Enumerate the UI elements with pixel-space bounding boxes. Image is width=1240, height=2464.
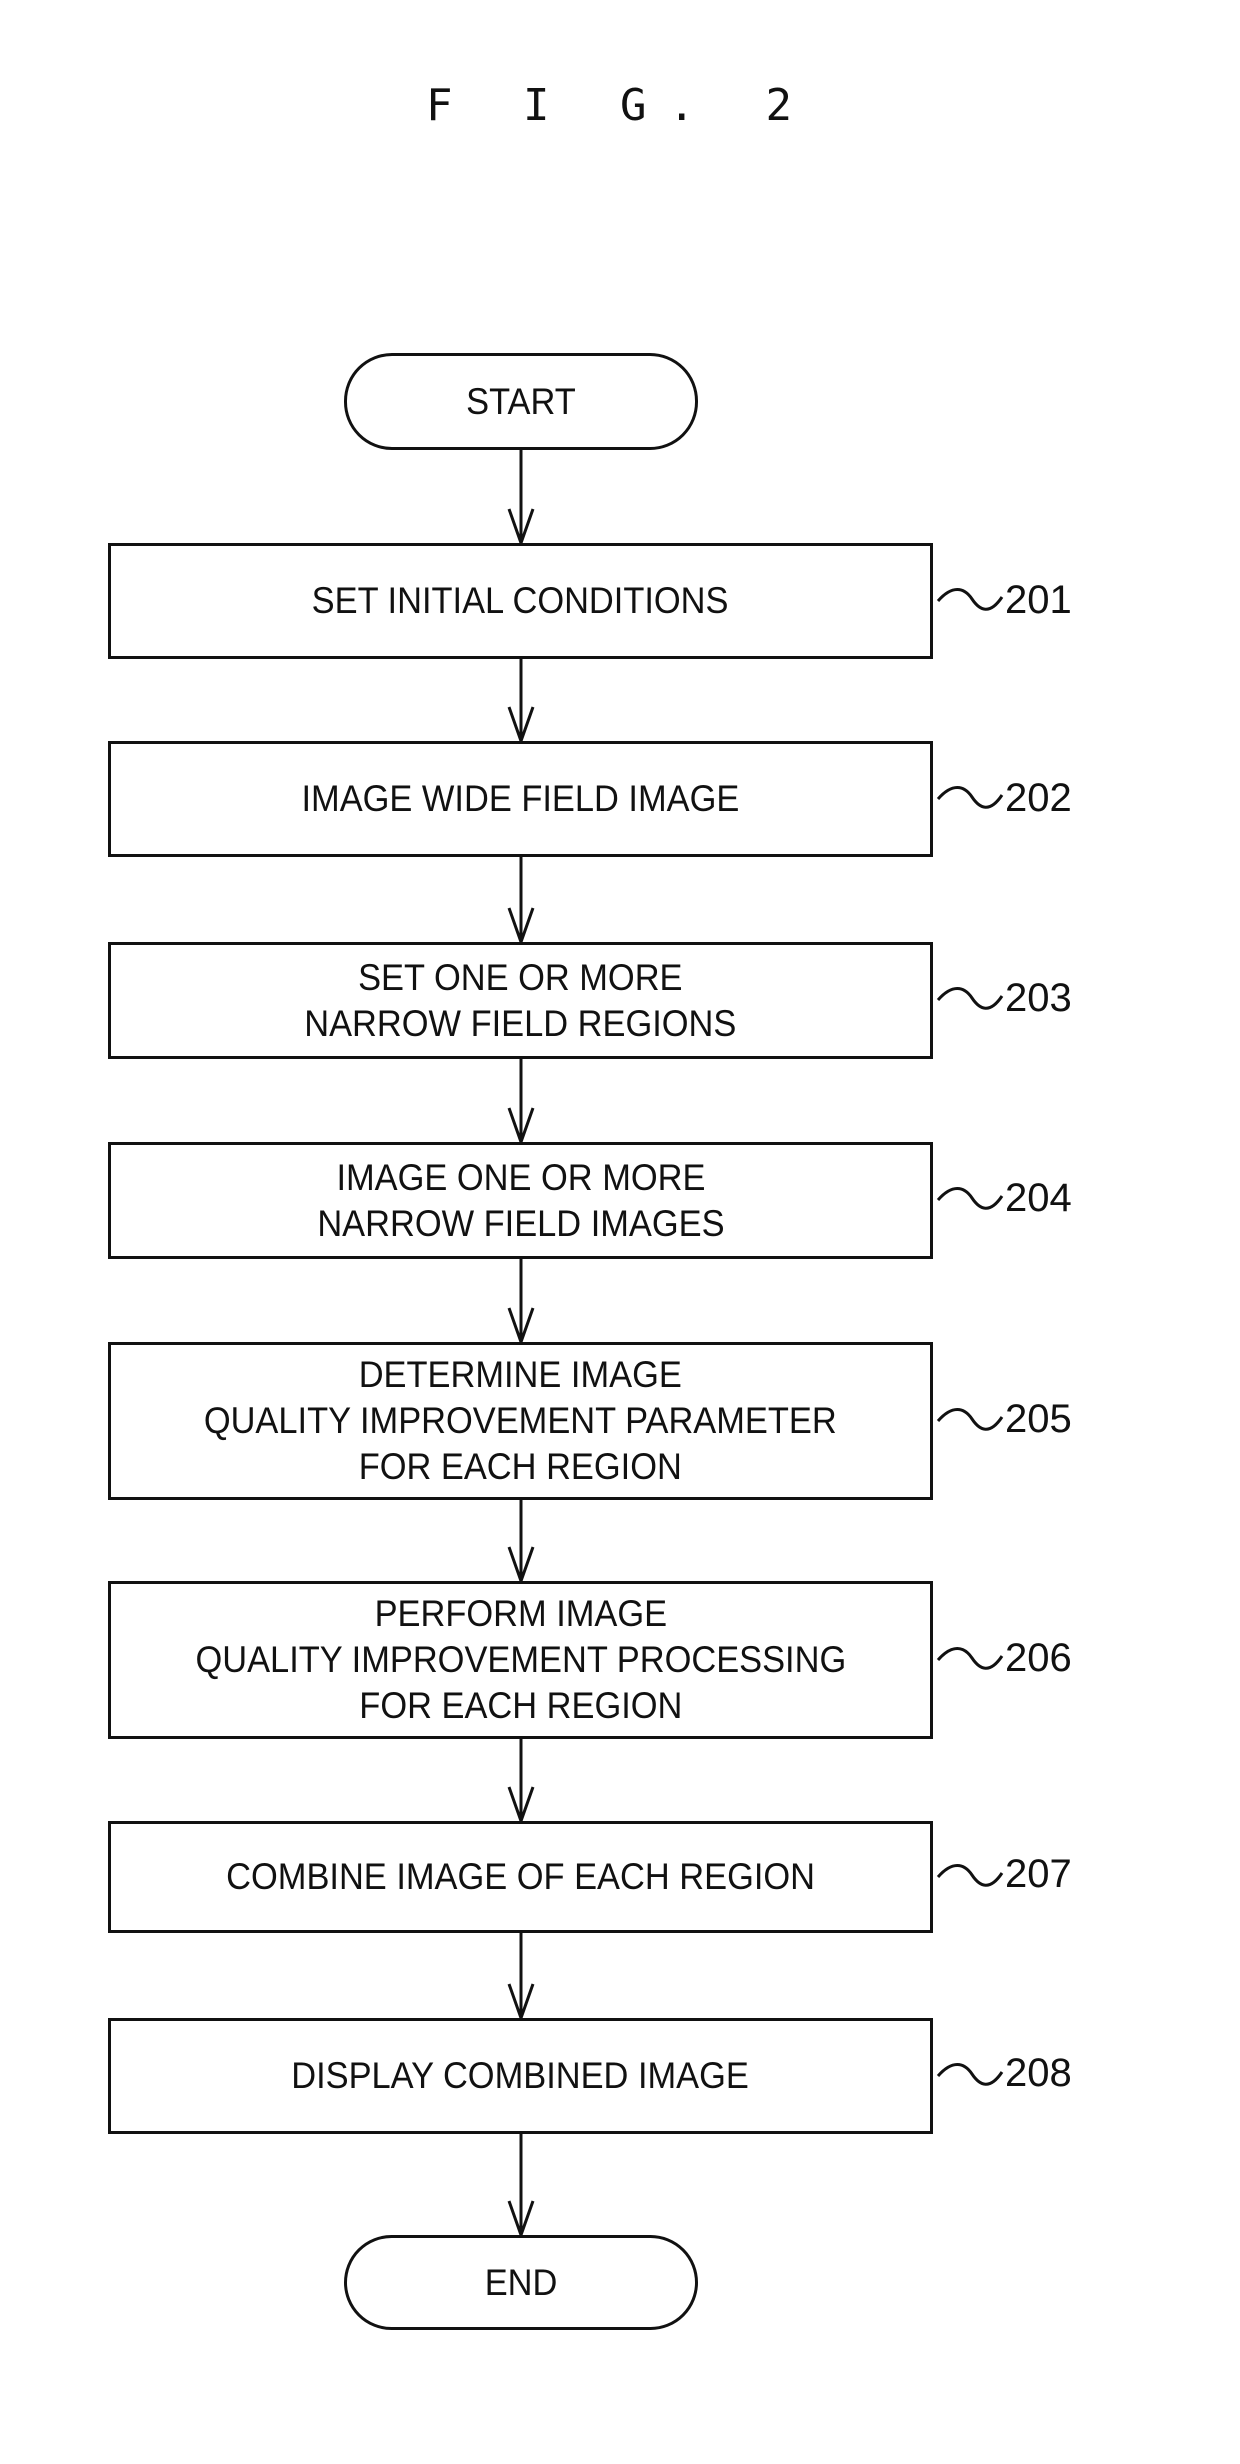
- ref-leader-tilde-7: [936, 1864, 1004, 1887]
- step-203-label: SET ONE OR MORE NARROW FIELD REGIONS: [304, 956, 737, 1044]
- step-207-box: COMBINE IMAGE OF EACH REGION: [108, 1821, 933, 1933]
- step-203-box: SET ONE OR MORE NARROW FIELD REGIONS: [108, 942, 933, 1059]
- ref-leader-tilde-5: [936, 1408, 1004, 1431]
- step-206-ref: 206: [1005, 1636, 1072, 1680]
- step-202-box: IMAGE WIDE FIELD IMAGE: [108, 741, 933, 857]
- end-label: END: [484, 2261, 558, 2303]
- step-201-ref: 201: [1005, 578, 1072, 622]
- step-203-ref: 203: [1005, 976, 1072, 1020]
- ref-leader-tilde-2: [936, 786, 1004, 809]
- start-label: START: [466, 380, 576, 422]
- end-terminator: END: [344, 2235, 698, 2330]
- step-204-label: IMAGE ONE OR MORE NARROW FIELD IMAGES: [316, 1156, 725, 1244]
- step-207-label: COMBINE IMAGE OF EACH REGION: [226, 1856, 815, 1897]
- step-201-box: SET INITIAL CONDITIONS: [108, 543, 933, 659]
- step-204-ref: 204: [1005, 1176, 1072, 1220]
- ref-leader-tilde-8: [936, 2063, 1004, 2086]
- step-205-ref: 205: [1005, 1397, 1072, 1441]
- ref-leader-tilde-4: [936, 1187, 1004, 1210]
- step-205-box: DETERMINE IMAGE QUALITY IMPROVEMENT PARA…: [108, 1342, 933, 1500]
- step-202-label: IMAGE WIDE FIELD IMAGE: [301, 778, 740, 819]
- step-208-label: DISPLAY COMBINED IMAGE: [291, 2055, 750, 2096]
- step-206-label: PERFORM IMAGE QUALITY IMPROVEMENT PROCES…: [195, 1593, 846, 1726]
- step-207-ref: 207: [1005, 1852, 1072, 1896]
- step-205-label: DETERMINE IMAGE QUALITY IMPROVEMENT PARA…: [204, 1354, 837, 1487]
- step-201-label: SET INITIAL CONDITIONS: [312, 580, 729, 621]
- step-208-ref: 208: [1005, 2051, 1072, 2095]
- ref-leader-tilde-6: [936, 1647, 1004, 1670]
- step-202-ref: 202: [1005, 776, 1072, 820]
- step-208-box: DISPLAY COMBINED IMAGE: [108, 2018, 933, 2134]
- ref-leader-tilde-1: [936, 588, 1004, 611]
- step-204-box: IMAGE ONE OR MORE NARROW FIELD IMAGES: [108, 1142, 933, 1259]
- start-terminator: START: [344, 353, 698, 450]
- step-206-box: PERFORM IMAGE QUALITY IMPROVEMENT PROCES…: [108, 1581, 933, 1739]
- ref-leader-tilde-3: [936, 987, 1004, 1010]
